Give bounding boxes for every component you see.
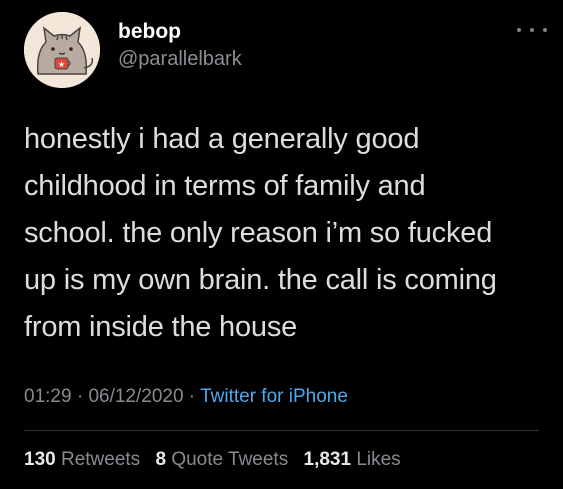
tweet-text-line: honestly i had a generally good (24, 123, 420, 155)
tweet-card: ★ bebop @parallelbark honestly i had a g… (0, 0, 563, 489)
retweets-stat[interactable]: 130 Retweets (24, 449, 140, 470)
tweet-text-line: from inside the house (24, 311, 298, 343)
more-dot (543, 28, 547, 32)
tweet-text-line: school. the only reason i’m so fucked (24, 217, 493, 249)
quote-tweets-label: Quote Tweets (166, 449, 289, 470)
likes-count: 1,831 (303, 449, 352, 470)
retweets-count: 130 (24, 449, 56, 470)
quote-tweets-stat[interactable]: 8 Quote Tweets (155, 449, 288, 470)
tweet-date[interactable]: 06/12/2020 (88, 386, 183, 407)
tweet-meta: 01:29 · 06/12/2020 · Twitter for iPhone (24, 384, 348, 410)
svg-text:★: ★ (58, 60, 65, 69)
likes-stat[interactable]: 1,831 Likes (304, 449, 401, 470)
display-name[interactable]: bebop (118, 20, 181, 44)
likes-label: Likes (351, 449, 401, 470)
tweet-text: honestly i had a generally good childhoo… (24, 116, 554, 351)
more-dot (530, 28, 534, 32)
tweet-stats: 130 Retweets 8 Quote Tweets 1,831 Likes (24, 447, 411, 473)
tweet-text-line: childhood in terms of family and (24, 170, 426, 202)
meta-separator: · (183, 386, 201, 407)
pusheen-cat-avatar-icon: ★ (24, 12, 100, 88)
more-horizontal-icon[interactable] (517, 22, 547, 38)
quote-tweets-count: 8 (155, 449, 167, 470)
tweet-text-line: up is my own brain. the call is coming (24, 264, 497, 296)
more-dot (517, 28, 521, 32)
divider (24, 430, 539, 431)
user-handle[interactable]: @parallelbark (118, 47, 242, 71)
retweets-label: Retweets (55, 449, 141, 470)
tweet-time[interactable]: 01:29 (24, 386, 72, 407)
meta-separator: · (71, 386, 89, 407)
avatar[interactable]: ★ (24, 12, 100, 88)
tweet-source-link[interactable]: Twitter for iPhone (200, 386, 348, 407)
